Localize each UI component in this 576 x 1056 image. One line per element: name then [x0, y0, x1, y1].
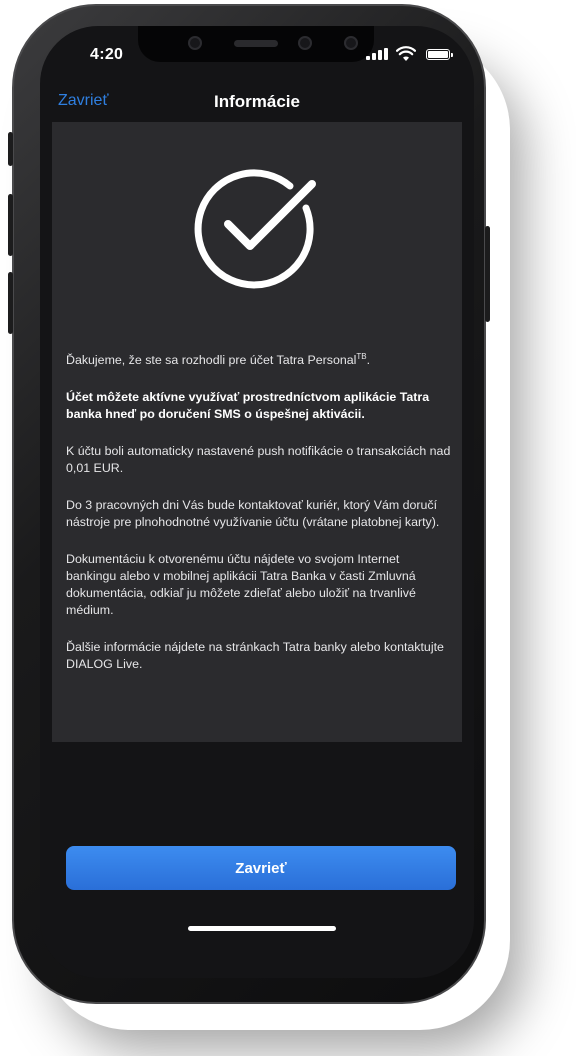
status-bar: 4:20 [40, 26, 474, 86]
power-button [485, 226, 490, 322]
battery-icon [426, 49, 453, 60]
contact-paragraph: Ďalšie informácie nájdete na stránkach T… [66, 640, 444, 671]
mute-switch [8, 132, 13, 166]
close-button[interactable]: Zavrieť [66, 846, 456, 890]
sensor-dot [188, 36, 202, 50]
wifi-icon [396, 46, 416, 61]
thanks-paragraph: Ďakujeme, že ste sa rozhodli pre účet Ta… [66, 351, 371, 367]
activation-paragraph: Účet môžete aktívne využívať prostredníc… [66, 390, 430, 421]
status-time: 4:20 [90, 46, 124, 63]
sensor-dot [344, 36, 358, 50]
check-circle-icon [194, 169, 316, 289]
home-indicator [188, 926, 336, 931]
courier-paragraph: Do 3 pracovných dni Vás bude kontaktovať… [66, 498, 440, 529]
speaker-grille [234, 40, 278, 47]
info-card: Ďakujeme, že ste sa rozhodli pre účet Ta… [52, 122, 462, 742]
phone-frame: 4:20 Zavrieť Informácie Ďakujeme, že ste… [8, 4, 490, 1004]
notifications-paragraph: K účtu boli automaticky nastavené push n… [66, 444, 451, 475]
info-text: Ďakujeme, že ste sa rozhodli pre účet Ta… [66, 352, 452, 693]
page-title: Informácie [214, 92, 300, 111]
front-camera [298, 36, 312, 50]
signal-icon [366, 48, 388, 60]
nav-bar: Zavrieť Informácie [40, 84, 474, 122]
screen: 4:20 Zavrieť Informácie Ďakujeme, že ste… [40, 26, 474, 978]
notch [138, 26, 374, 62]
stage: 4:20 Zavrieť Informácie Ďakujeme, že ste… [0, 0, 576, 1056]
volume-down-button [8, 272, 13, 334]
volume-up-button [8, 194, 13, 256]
documentation-paragraph: Dokumentáciu k otvorenému účtu nájdete v… [66, 552, 416, 617]
